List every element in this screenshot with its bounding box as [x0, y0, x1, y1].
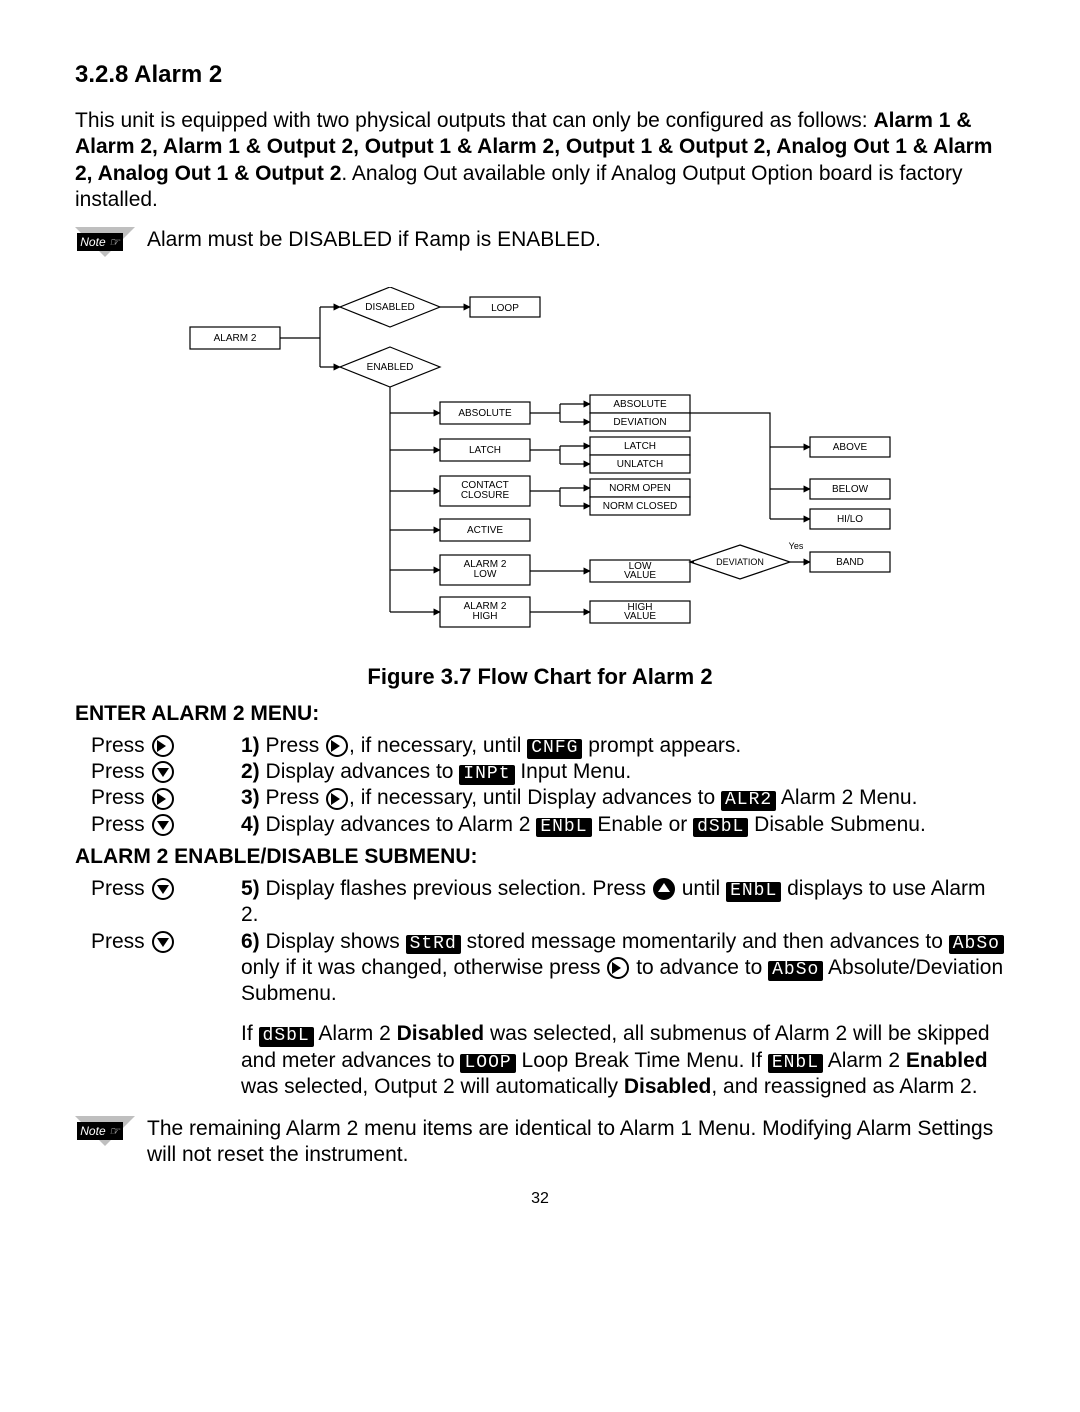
svg-text:ENABLED: ENABLED [367, 362, 414, 373]
svg-text:HI/LO: HI/LO [837, 514, 863, 525]
page-number: 32 [75, 1189, 1005, 1209]
step-3: Press 3) Press , if necessary, until Dis… [91, 785, 1005, 811]
display-code: dSbL [259, 1027, 314, 1047]
display-code: StRd [406, 935, 461, 955]
display-code: LOOP [460, 1054, 515, 1074]
svg-text:DEVIATION: DEVIATION [613, 417, 666, 428]
svg-text:DEVIATION: DEVIATION [716, 557, 764, 567]
display-code: ENbL [726, 882, 781, 902]
svg-text:UNLATCH: UNLATCH [617, 459, 663, 470]
menu-button-icon [152, 788, 174, 810]
display-code: ALR2 [721, 791, 776, 811]
menu-button-icon [326, 735, 348, 757]
display-code: CNFG [527, 739, 582, 759]
menu-button-icon [326, 788, 348, 810]
section-heading: 3.2.8 Alarm 2 [75, 60, 1005, 90]
enter-button-icon [152, 931, 174, 953]
svg-text:ALARM 2: ALARM 2 [214, 333, 257, 344]
note-1-text: Alarm must be DISABLED if Ramp is ENABLE… [147, 227, 601, 253]
step-6: Press 6) Display shows StRd stored messa… [91, 929, 1005, 1008]
display-code: ENbL [768, 1054, 823, 1074]
step-4: Press 4) Display advances to Alarm 2 ENb… [91, 812, 1005, 838]
menu-button-icon [607, 957, 629, 979]
svg-text:ACTIVE: ACTIVE [467, 525, 503, 536]
sub-head-enable-disable: ALARM 2 ENABLE/DISABLE SUBMENU: [75, 844, 1005, 870]
svg-text:HIGHVALUE: HIGHVALUE [624, 602, 656, 622]
conditional-paragraph: If dSbL Alarm 2 Disabled was selected, a… [91, 1021, 1005, 1100]
svg-text:LATCH: LATCH [469, 445, 501, 456]
enter-button-icon [152, 814, 174, 836]
note-2-text: The remaining Alarm 2 menu items are ide… [147, 1116, 1005, 1169]
display-code: AbSo [768, 961, 823, 981]
note-1: Note ☞ Alarm must be DISABLED if Ramp is… [75, 227, 1005, 277]
svg-text:NORM CLOSED: NORM CLOSED [603, 501, 677, 512]
step-2: Press 2) Display advances to INPt Input … [91, 759, 1005, 785]
svg-text:NORM OPEN: NORM OPEN [609, 483, 671, 494]
svg-text:ABSOLUTE: ABSOLUTE [458, 408, 512, 419]
svg-text:BELOW: BELOW [832, 484, 869, 495]
svg-text:Note ☞: Note ☞ [80, 235, 121, 249]
note-icon: Note ☞ [75, 1116, 135, 1166]
sub-head-enter-menu: ENTER ALARM 2 MENU: [75, 701, 1005, 727]
enter-button-icon [152, 761, 174, 783]
note-icon: Note ☞ [75, 227, 135, 277]
enter-button-icon [152, 878, 174, 900]
menu-button-icon [152, 735, 174, 757]
display-code: INPt [459, 765, 514, 785]
display-code: dSbL [693, 818, 748, 838]
svg-text:CONTACTCLOSURE: CONTACTCLOSURE [461, 480, 510, 501]
svg-text:Note ☞: Note ☞ [80, 1124, 121, 1138]
svg-text:ABSOLUTE: ABSOLUTE [613, 399, 667, 410]
intro-paragraph: This unit is equipped with two physical … [75, 108, 1005, 213]
up-button-icon [653, 878, 675, 900]
svg-text:DISABLED: DISABLED [365, 302, 414, 313]
svg-text:LOOP: LOOP [491, 303, 519, 314]
svg-text:BAND: BAND [836, 557, 864, 568]
figure-caption: Figure 3.7 Flow Chart for Alarm 2 [75, 663, 1005, 691]
svg-text:LATCH: LATCH [624, 441, 656, 452]
step-5: Press 5) Display flashes previous select… [91, 876, 1005, 929]
note-2: Note ☞ The remaining Alarm 2 menu items … [75, 1116, 1005, 1169]
svg-text:ABOVE: ABOVE [833, 442, 868, 453]
display-code: AbSo [949, 935, 1004, 955]
display-code: ENbL [536, 818, 591, 838]
svg-text:Yes: Yes [789, 541, 804, 551]
step-1: Press 1) Press , if necessary, until CNF… [91, 733, 1005, 759]
flow-chart-diagram: ALARM 2 DISABLED ENABLED LOOP ABSOLUTE L… [160, 287, 920, 647]
